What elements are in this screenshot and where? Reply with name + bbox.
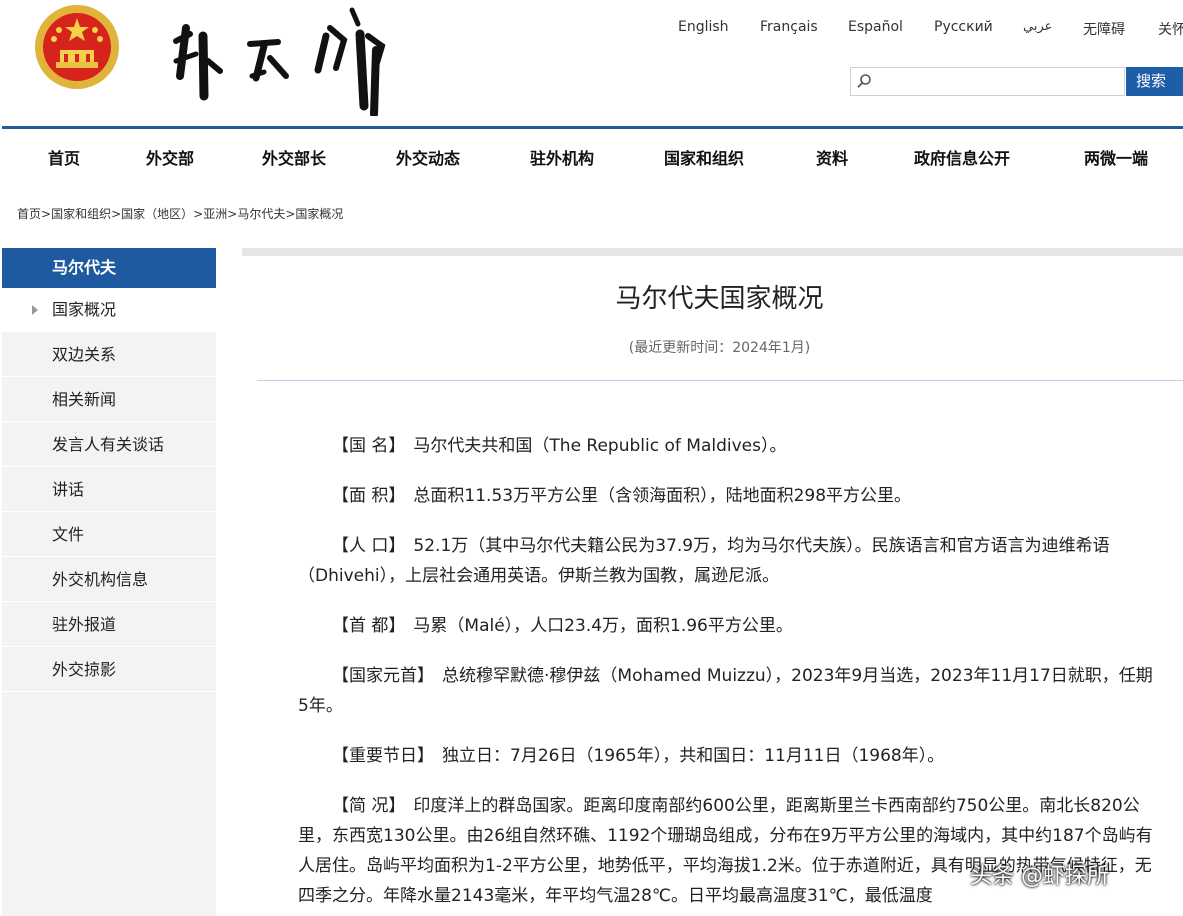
breadcrumb-separator: > (193, 207, 204, 221)
main-nav: 首页 外交部 外交部长 外交动态 驻外机构 国家和组织 资料 政府信息公开 两微… (2, 126, 1183, 183)
sidebar-item-related-news[interactable]: 相关新闻 (2, 378, 216, 422)
breadcrumb: 首页>国家和组织>国家（地区）>亚洲>马尔代夫>国家概况 (17, 205, 343, 222)
nav-item-weibo-wechat[interactable]: 两微一端 (1084, 145, 1148, 169)
paragraph-label: 【重要节日】 (332, 746, 434, 766)
paragraph-text: 独立日：7月26日（1965年），共和国日：11月11日（1968年）。 (442, 746, 945, 766)
paragraph-label: 【国家元首】 (332, 666, 434, 686)
article-paragraph: 【面 积】 总面积11.53万平方公里（含领海面积），陆地面积298平方公里。 (298, 481, 1156, 511)
sidebar-item-documents[interactable]: 文件 (2, 513, 216, 557)
paragraph-label: 【国 名】 (332, 436, 406, 456)
lang-arabic-link[interactable]: عربي (1023, 19, 1052, 34)
nav-item-gov-info[interactable]: 政府信息公开 (914, 145, 1010, 169)
sidebar-item-bilateral-relations[interactable]: 双边关系 (2, 333, 216, 377)
paragraph-text: 52.1万（其中马尔代夫籍公民为37.9万，均为马尔代夫族）。民族语言和官方语言… (298, 536, 1110, 586)
nav-item-missions-abroad[interactable]: 驻外机构 (530, 145, 594, 169)
article-title: 马尔代夫国家概况 (615, 284, 824, 314)
search-button[interactable]: 搜索 (1126, 67, 1183, 96)
national-emblem-logo[interactable] (34, 4, 120, 90)
sidebar-item-spokesperson-remarks[interactable]: 发言人有关谈话 (2, 423, 216, 467)
nav-item-countries-orgs[interactable]: 国家和组织 (664, 145, 744, 169)
nav-item-diplomatic-news[interactable]: 外交动态 (396, 145, 460, 169)
article-paragraph: 【简 况】 印度洋上的群岛国家。距离印度南部约600公里，距离斯里兰卡西南部约75… (298, 791, 1156, 916)
lang-english-link[interactable]: English (678, 19, 729, 35)
paragraph-label: 【简 况】 (332, 796, 406, 816)
nav-item-ministry[interactable]: 外交部 (146, 145, 194, 169)
paragraph-label: 【面 积】 (332, 486, 406, 506)
search-input[interactable] (850, 67, 1125, 96)
breadcrumb-countries-regions[interactable]: 国家（地区） (121, 207, 193, 221)
nav-item-home[interactable]: 首页 (48, 145, 80, 169)
lang-russian-link[interactable]: Русский (934, 19, 993, 35)
mfa-calligraphy-logo[interactable] (168, 6, 393, 116)
article-updated-time: (最近更新时间：2024年1月) (628, 340, 811, 356)
breadcrumb-separator: > (285, 207, 296, 221)
breadcrumb-countries-orgs[interactable]: 国家和组织 (51, 207, 111, 221)
sidebar-item-diplomatic-missions-info[interactable]: 外交机构信息 (2, 558, 216, 602)
article-paragraph: 【重要节日】 独立日：7月26日（1965年），共和国日：11月11日（1968年… (298, 741, 1156, 771)
lang-french-link[interactable]: Français (760, 19, 818, 35)
breadcrumb-asia[interactable]: 亚洲 (203, 207, 227, 221)
breadcrumb-separator: > (227, 207, 238, 221)
breadcrumb-country-profile[interactable]: 国家概况 (295, 207, 343, 221)
sidebar-heading[interactable]: 马尔代夫 (2, 248, 216, 288)
accessibility-link[interactable]: 无障碍 (1083, 19, 1125, 39)
paragraph-text: 马累（Malé），人口23.4万，面积1.96平方公里。 (413, 616, 793, 636)
sidebar: 马尔代夫 国家概况 双边关系 相关新闻 发言人有关谈话 讲话 文件 外交机构信息… (2, 248, 216, 916)
paragraph-label: 【人 口】 (332, 536, 406, 556)
breadcrumb-maldives[interactable]: 马尔代夫 (237, 207, 285, 221)
sidebar-item-diplomatic-photos[interactable]: 外交掠影 (2, 648, 216, 692)
lang-spanish-link[interactable]: Español (848, 19, 903, 35)
breadcrumb-home[interactable]: 首页 (17, 207, 41, 221)
article-paragraph: 【国家元首】 总统穆罕默德·穆伊兹（Mohamed Muizzu），2023年9月… (298, 661, 1156, 721)
article-paragraph: 【人 口】 52.1万（其中马尔代夫籍公民为37.9万，均为马尔代夫族）。民族语言… (298, 531, 1156, 591)
article-paragraph: 【首 都】 马累（Malé），人口23.4万，面积1.96平方公里。 (298, 611, 1156, 641)
title-divider (257, 380, 1183, 381)
article-paragraph: 【国 名】 马尔代夫共和国（The Republic of Maldives）。 (298, 431, 1156, 461)
elderly-care-link[interactable]: 关怀 (1158, 19, 1183, 39)
active-item-arrow-icon (32, 305, 38, 315)
nav-item-minister[interactable]: 外交部长 (262, 145, 326, 169)
sidebar-item-speeches[interactable]: 讲话 (2, 468, 216, 512)
paragraph-text: 马尔代夫共和国（The Republic of Maldives）。 (413, 436, 787, 456)
sidebar-item-missions-reports[interactable]: 驻外报道 (2, 603, 216, 647)
paragraph-label: 【首 都】 (332, 616, 406, 636)
breadcrumb-separator: > (111, 207, 122, 221)
breadcrumb-separator: > (41, 207, 52, 221)
toutiao-watermark: 头条 @虾探所 (970, 864, 1109, 889)
nav-item-resources[interactable]: 资料 (816, 145, 848, 169)
content-top-bar (242, 248, 1183, 256)
site-header: English Français Español Русский عربي 无障… (0, 0, 1183, 128)
search-icon (857, 74, 871, 88)
paragraph-text: 总面积11.53万平方公里（含领海面积），陆地面积298平方公里。 (413, 486, 912, 506)
